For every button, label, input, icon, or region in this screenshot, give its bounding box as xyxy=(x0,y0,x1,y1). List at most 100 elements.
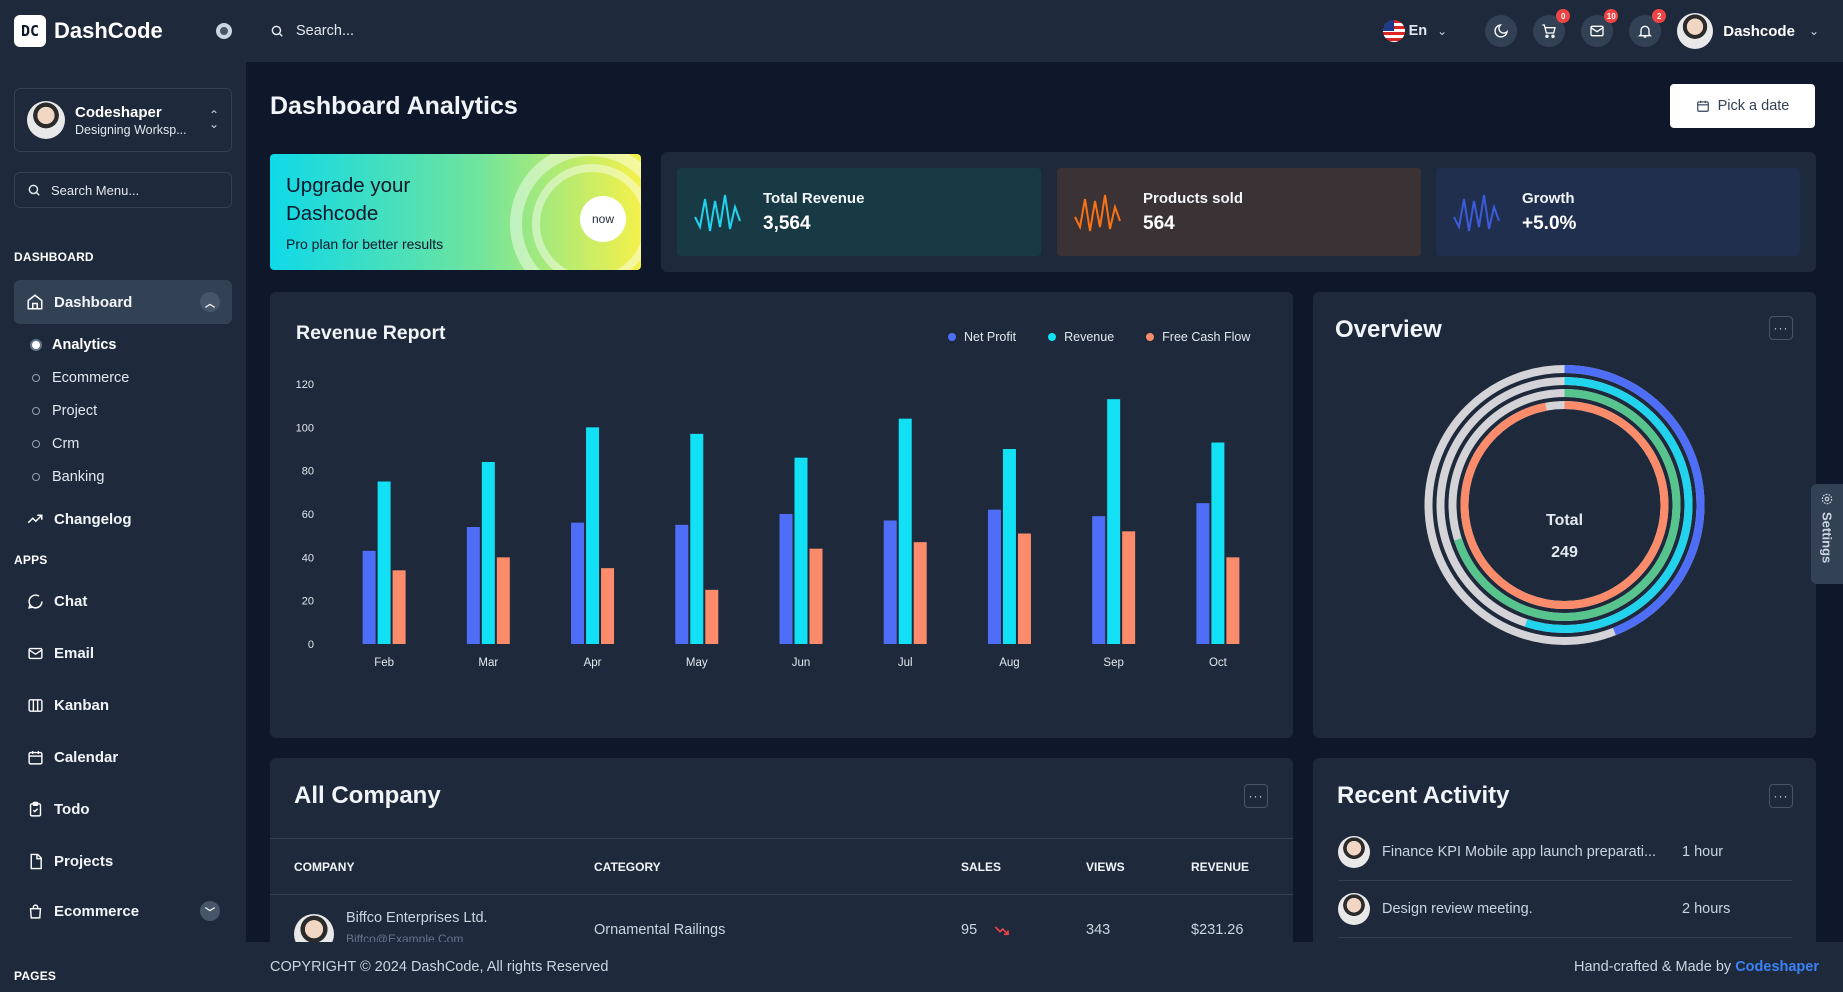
workspace-user-name: Codeshaper xyxy=(75,103,162,121)
sidebar-collapse-toggle[interactable] xyxy=(216,23,232,39)
sidebar-subitem-project[interactable]: Project xyxy=(0,394,246,427)
sidebar-item-calendar[interactable]: Calendar xyxy=(0,731,246,783)
stat-label: Growth xyxy=(1522,189,1575,207)
bar-free-cash-flow xyxy=(496,557,510,644)
table-row[interactable]: Biffco Enterprises Ltd. Biffco@Example.C… xyxy=(270,900,1293,942)
activity-item[interactable]: Design review meeting. 2 hours xyxy=(1338,881,1792,938)
bell-icon xyxy=(1638,25,1653,38)
legend-label[interactable]: Revenue xyxy=(1064,330,1114,344)
avatar xyxy=(27,101,65,139)
home-icon xyxy=(26,293,44,311)
sidebar-item-todo[interactable]: Todo xyxy=(0,783,246,835)
y-tick-label: 0 xyxy=(308,639,314,651)
stat-label: Products sold xyxy=(1143,189,1244,207)
sidebar-item-kanban[interactable]: Kanban xyxy=(0,679,246,731)
settings-tab-label: Settings xyxy=(1819,512,1835,564)
chevron-up-down-icon: ⌃ ⌄ xyxy=(208,108,219,131)
sidebar: DC DashCode Codeshaper Designing Worksp.… xyxy=(0,0,246,992)
chevron-down-icon[interactable]: ﹀ xyxy=(200,901,220,921)
activity-item[interactable]: Finance KPI Mobile app launch preparati.… xyxy=(1338,824,1792,881)
revenue-report-card: Revenue Report 0 20 40 60 80 100 120 Feb Mar Apr M… xyxy=(270,292,1293,738)
trending-up-icon xyxy=(26,510,44,528)
company-views: 343 xyxy=(1086,922,1111,938)
settings-drawer-tab[interactable]: Settings xyxy=(1811,484,1843,584)
clipboard-check-icon xyxy=(26,800,44,818)
mail-icon xyxy=(1590,25,1604,37)
trending-down-icon xyxy=(994,926,1009,936)
sidebar-subitem-analytics[interactable]: Analytics xyxy=(0,328,246,361)
sidebar-subitem-label: Analytics xyxy=(52,336,117,353)
chevron-down-icon: ⌄ xyxy=(1437,24,1448,38)
sidebar-item-dashboard[interactable]: Dashboard ︿ xyxy=(14,280,232,324)
legend-label[interactable]: Free Cash Flow xyxy=(1162,330,1250,344)
profile-name: Dashcode xyxy=(1723,22,1795,40)
table-header-revenue[interactable]: REVENUE xyxy=(1191,860,1249,874)
sidebar-item-label: Changelog xyxy=(54,510,132,528)
sidebar-item-ecommerce[interactable]: Ecommerce ﹀ xyxy=(14,889,232,933)
activity-time: 1 hour xyxy=(1682,844,1724,860)
sidebar-subitem-banking[interactable]: Banking xyxy=(0,460,246,493)
file-icon xyxy=(26,852,44,870)
theme-toggle-button[interactable] xyxy=(1485,15,1518,47)
mail-button[interactable]: 10 xyxy=(1581,9,1619,47)
stat-card-total-revenue: Total Revenue 3,564 xyxy=(677,168,1041,256)
bar-net-profit xyxy=(1196,503,1210,644)
upgrade-subtitle: Pro plan for better results xyxy=(286,236,444,252)
table-header-category[interactable]: CATEGORY xyxy=(594,860,661,874)
search-icon xyxy=(271,25,283,37)
footer-brand-link[interactable]: Codeshaper xyxy=(1735,959,1819,975)
cart-button[interactable]: 0 xyxy=(1533,9,1571,47)
profile-menu[interactable]: Dashcode ⌄ xyxy=(1677,13,1819,49)
bar-net-profit xyxy=(779,514,793,644)
company-avatar xyxy=(294,914,334,942)
legend-label[interactable]: Net Profit xyxy=(964,330,1016,344)
table-header-views[interactable]: VIEWS xyxy=(1086,860,1125,874)
footer-made-by: Hand-crafted & Made by xyxy=(1573,959,1732,975)
sidebar-item-label: Chat xyxy=(54,592,88,610)
sidebar-item-chat[interactable]: Chat xyxy=(0,575,246,627)
sidebar-item-projects[interactable]: Projects xyxy=(0,835,246,887)
y-tick-label: 120 xyxy=(296,379,314,391)
footer: COPYRIGHT © 2024 DashCode, All rights Re… xyxy=(246,942,1843,992)
pick-date-button[interactable]: Pick a date xyxy=(1670,84,1815,128)
brand-logo[interactable]: DC xyxy=(14,15,46,47)
sidebar-item-changelog[interactable]: Changelog xyxy=(0,497,246,541)
y-tick-label: 80 xyxy=(302,466,314,478)
language-selector[interactable]: En ⌄ xyxy=(1382,20,1448,42)
activity-text: Finance KPI Mobile app launch preparati.… xyxy=(1382,844,1657,860)
header-search-input[interactable]: Search... xyxy=(270,23,354,39)
search-icon xyxy=(28,184,40,196)
section-title-dashboard: DASHBOARD xyxy=(14,250,94,264)
all-company-title: All Company xyxy=(294,782,441,809)
shopping-bag-icon xyxy=(26,902,44,920)
sidebar-subitem-crm[interactable]: Crm xyxy=(0,427,246,460)
sidebar-item-email[interactable]: Email xyxy=(0,627,246,679)
x-tick-label: Oct xyxy=(1209,657,1228,669)
menu-search-input[interactable]: Search Menu... xyxy=(14,172,232,208)
company-more-button[interactable]: ··· xyxy=(1244,784,1268,808)
y-tick-label: 20 xyxy=(302,596,314,608)
x-tick-label: Aug xyxy=(999,657,1019,669)
sidebar-subitem-ecommerce[interactable]: Ecommerce xyxy=(0,361,246,394)
brand-name[interactable]: DashCode xyxy=(54,18,163,44)
overview-total-value: 249 xyxy=(1551,544,1578,561)
page-title: Dashboard Analytics xyxy=(270,92,518,120)
chevron-up-icon[interactable]: ︿ xyxy=(200,292,220,312)
sidebar-item-label: Todo xyxy=(54,800,90,818)
stat-card-growth: Growth +5.0% xyxy=(1436,168,1800,256)
table-header-sales[interactable]: SALES xyxy=(961,860,1001,874)
bar-net-profit xyxy=(1092,516,1106,644)
bar-revenue xyxy=(690,433,704,644)
chat-icon xyxy=(26,592,44,610)
bar-revenue xyxy=(794,457,808,644)
calendar-icon xyxy=(26,748,44,766)
table-header-company[interactable]: COMPANY xyxy=(294,860,354,874)
workspace-switcher[interactable]: Codeshaper Designing Worksp... ⌃ ⌄ xyxy=(14,88,232,152)
activity-more-button[interactable]: ··· xyxy=(1769,784,1793,808)
sidebar-subitem-label: Banking xyxy=(52,468,105,485)
us-flag-icon xyxy=(1382,20,1405,42)
notifications-button[interactable]: 2 xyxy=(1629,9,1667,47)
upgrade-now-button[interactable]: now xyxy=(580,196,626,242)
bar-net-profit xyxy=(987,509,1001,644)
stats-panel: Total Revenue 3,564 Products sold 564 Grow… xyxy=(661,152,1816,272)
